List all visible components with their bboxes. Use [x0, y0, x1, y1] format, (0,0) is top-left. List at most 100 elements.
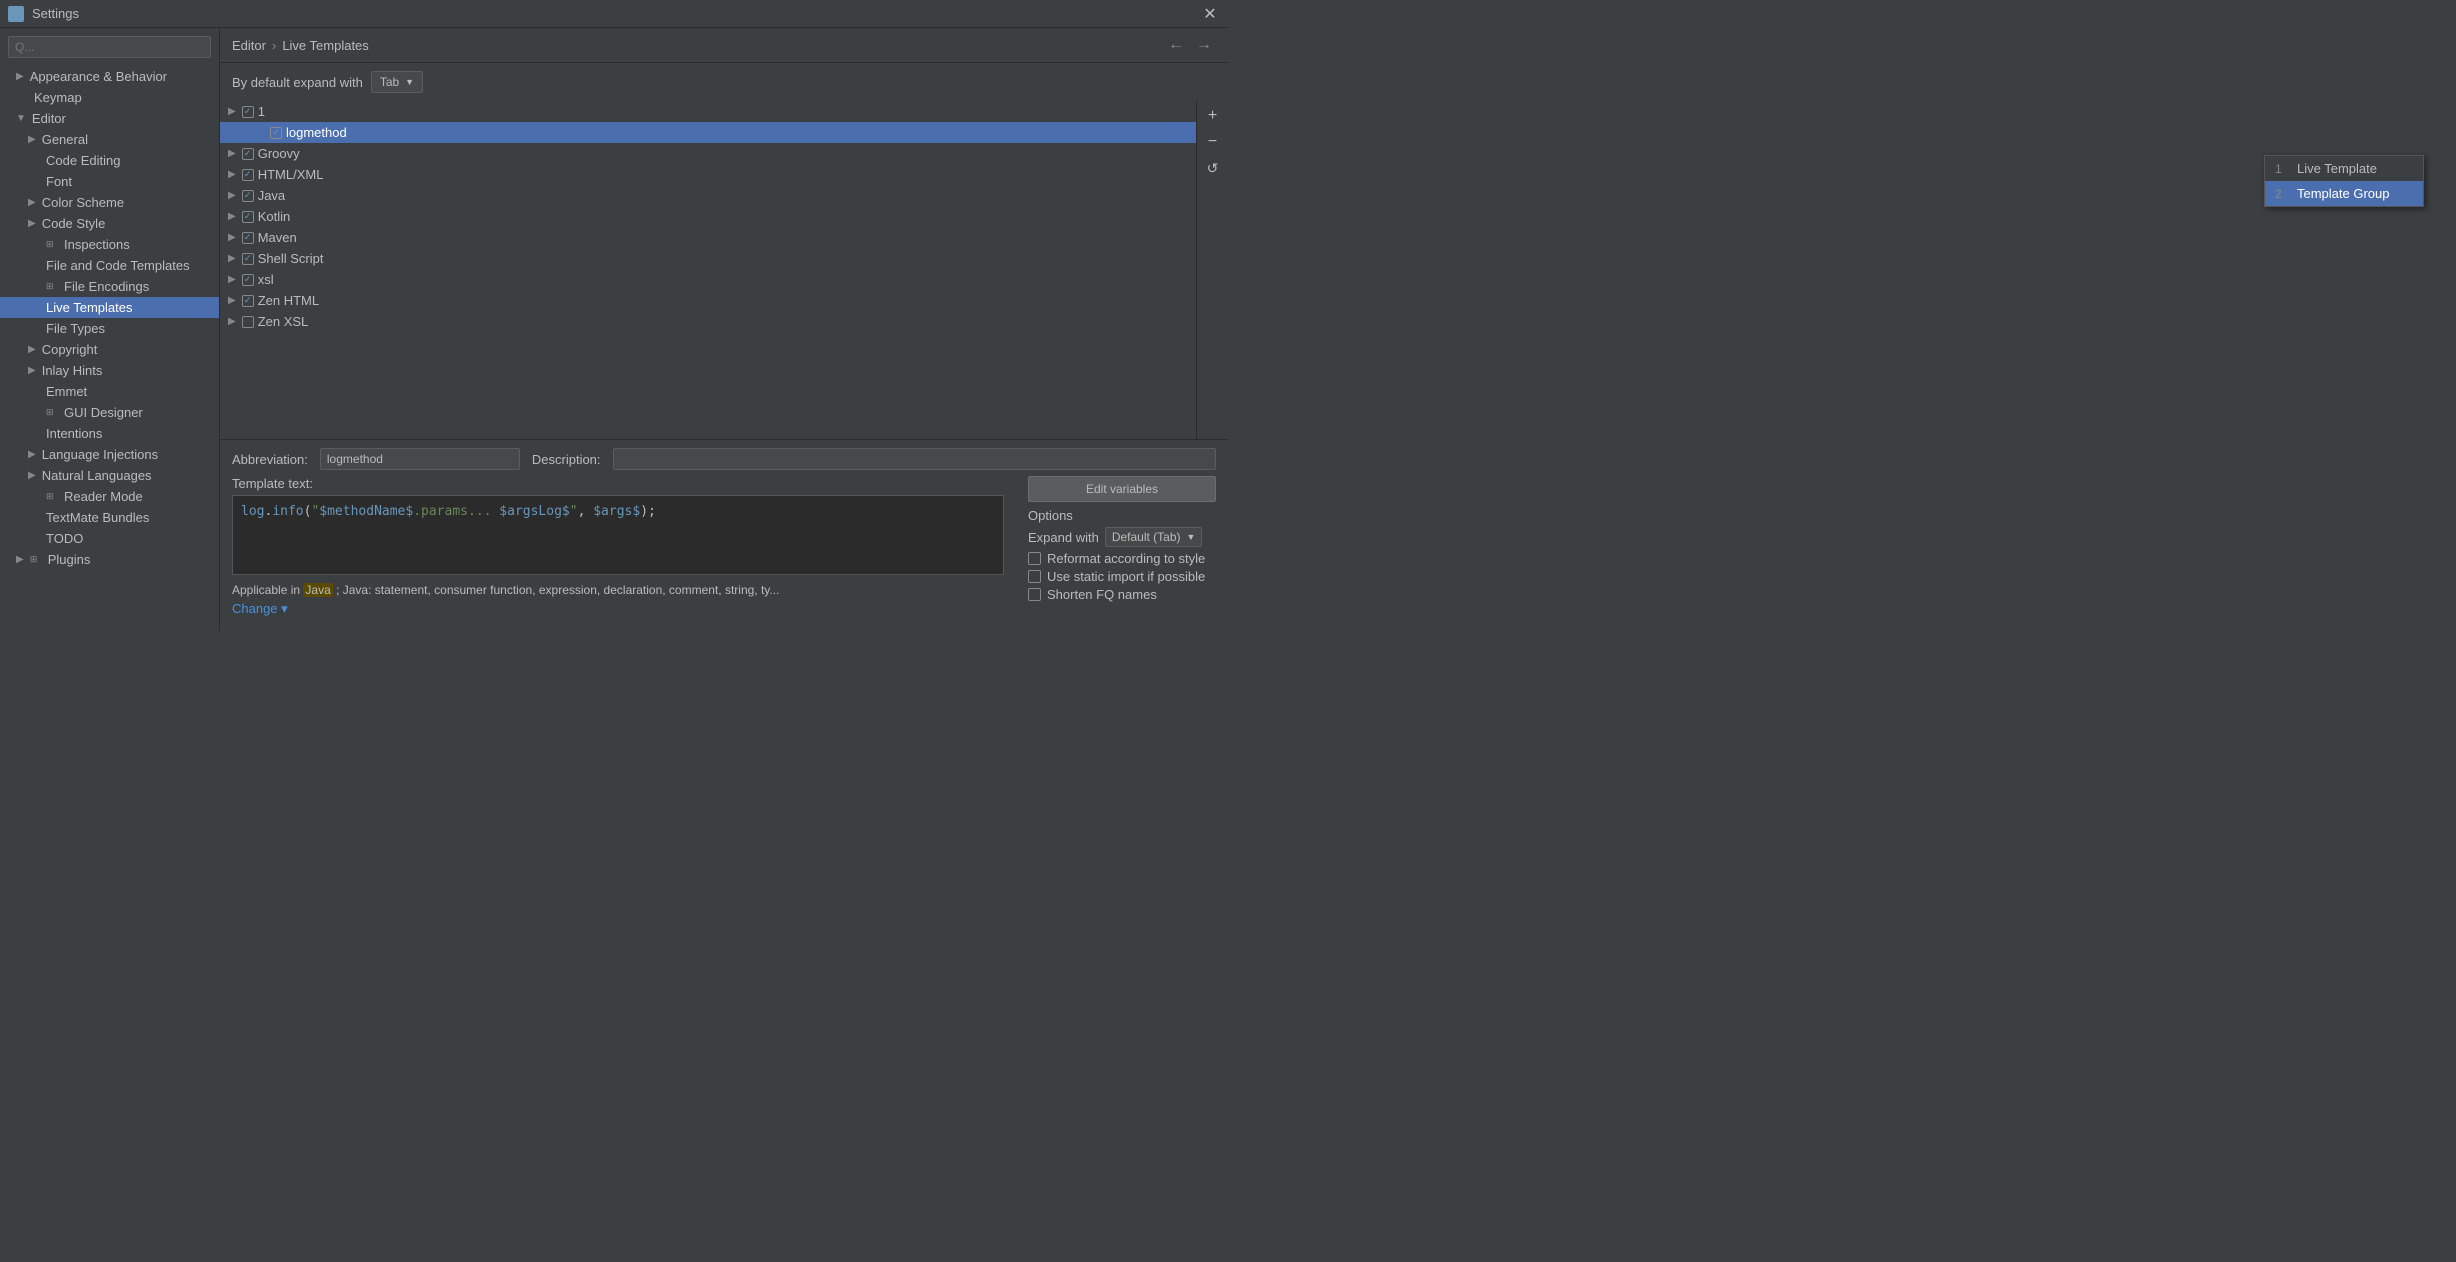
change-link[interactable]: Change ▾ — [232, 601, 288, 616]
search-input[interactable] — [8, 36, 211, 58]
sidebar-item-label: File and Code Templates — [46, 258, 190, 273]
tree-checkbox[interactable] — [242, 106, 254, 118]
description-label: Description: — [532, 452, 601, 467]
tree-item-label: Kotlin — [258, 209, 291, 224]
tree-checkbox[interactable] — [242, 253, 254, 265]
reformat-row: Reformat according to style — [1028, 551, 1216, 566]
tree-item-zen-html[interactable]: ▶Zen HTML — [220, 290, 1196, 311]
expand-with-label: Expand with — [1028, 530, 1099, 545]
tree-checkbox[interactable] — [242, 274, 254, 286]
tree-item-groovy[interactable]: ▶Groovy — [220, 143, 1196, 164]
tree-checkbox[interactable] — [270, 127, 282, 139]
reformat-checkbox[interactable] — [1028, 552, 1041, 565]
close-button[interactable]: ✕ — [1200, 4, 1220, 24]
add-button[interactable]: + — [1202, 105, 1224, 127]
applicable-row: Applicable in Java ; Java: statement, co… — [232, 583, 1004, 597]
chevron-icon: ▶ — [28, 134, 36, 145]
popup-item-template-group[interactable]: 2Template Group — [2265, 181, 2423, 206]
restore-button[interactable]: ↺ — [1202, 157, 1224, 179]
code-comma: , — [578, 504, 594, 519]
shorten-fq-label: Shorten FQ names — [1047, 587, 1157, 602]
code-semi: ); — [640, 504, 656, 519]
sidebar-item-live-templates[interactable]: Live Templates — [0, 297, 219, 318]
sidebar-item-file-types[interactable]: File Types — [0, 318, 219, 339]
tree-item-maven[interactable]: ▶ Maven — [220, 227, 1196, 248]
tree-item-xsl[interactable]: ▶xsl — [220, 269, 1196, 290]
popup-item-live-template[interactable]: 1Live Template — [2265, 156, 2423, 181]
tree-checkbox[interactable] — [242, 169, 254, 181]
tree-item-kotlin[interactable]: ▶Kotlin — [220, 206, 1196, 227]
tree-checkbox[interactable] — [242, 148, 254, 160]
tree-item-label: HTML/XML — [258, 167, 324, 182]
nav-forward-button[interactable]: → — [1192, 36, 1216, 54]
sidebar-item-gui-designer[interactable]: ⊞GUI Designer — [0, 402, 219, 423]
remove-button[interactable]: − — [1202, 131, 1224, 153]
code-method: info — [272, 504, 303, 519]
tree-checkbox[interactable] — [242, 232, 254, 244]
sidebar-item-general[interactable]: ▶General — [0, 129, 219, 150]
popup-label: Live Template — [2297, 161, 2377, 176]
nav-back-button[interactable]: ← — [1164, 36, 1188, 54]
tree-item-label: Shell Script — [258, 251, 324, 266]
sidebar-item-label: Plugins — [48, 552, 91, 567]
sidebar-item-plugins[interactable]: ▶⊞Plugins — [0, 549, 219, 570]
external-icon: ⊞ — [46, 281, 60, 292]
edit-variables-button[interactable]: Edit variables — [1028, 476, 1216, 502]
tree-checkbox[interactable] — [242, 295, 254, 307]
expand-dropdown[interactable]: Tab ▼ — [371, 71, 423, 93]
tree-chevron-icon: ▶ — [228, 190, 236, 201]
description-input[interactable] — [613, 448, 1216, 470]
sidebar-item-copyright[interactable]: ▶Copyright — [0, 339, 219, 360]
code-string3: " — [570, 504, 578, 519]
abbreviation-input[interactable] — [320, 448, 520, 470]
sidebar-item-inlay-hints[interactable]: ▶Inlay Hints — [0, 360, 219, 381]
sidebar-item-language-injections[interactable]: ▶Language Injections — [0, 444, 219, 465]
right-panel: Edit variables Options Expand with Defau… — [1016, 476, 1216, 617]
tree-chevron-icon: ▶ — [228, 232, 236, 243]
sidebar-item-font[interactable]: Font — [0, 171, 219, 192]
chevron-icon: ▶ — [28, 365, 36, 376]
sidebar-item-code-editing[interactable]: Code Editing — [0, 150, 219, 171]
code-editor[interactable]: log.info("$methodName$.params... $argsLo… — [232, 495, 1004, 575]
sidebar-item-color-scheme[interactable]: ▶Color Scheme — [0, 192, 219, 213]
tree-checkbox[interactable] — [242, 316, 254, 328]
popup-label: Template Group — [2297, 186, 2390, 201]
sidebar-item-appearance--behavior[interactable]: ▶Appearance & Behavior — [0, 66, 219, 87]
tree-item-logmethod[interactable]: logmethod — [220, 122, 1196, 143]
tree-chevron-icon: ▶ — [228, 274, 236, 285]
reformat-label: Reformat according to style — [1047, 551, 1205, 566]
tree-checkbox[interactable] — [242, 190, 254, 202]
tree-item-java[interactable]: ▶Java — [220, 185, 1196, 206]
sidebar-item-code-style[interactable]: ▶Code Style — [0, 213, 219, 234]
sidebar-item-intentions[interactable]: Intentions — [0, 423, 219, 444]
shorten-fq-checkbox[interactable] — [1028, 588, 1041, 601]
sidebar-item-label: Reader Mode — [64, 489, 143, 504]
expand-with-dropdown[interactable]: Default (Tab) ▼ — [1105, 527, 1203, 547]
sidebar-item-keymap[interactable]: Keymap — [0, 87, 219, 108]
sidebar-item-textmate-bundles[interactable]: TextMate Bundles — [0, 507, 219, 528]
sidebar-item-file-encodings[interactable]: ⊞ File Encodings — [0, 276, 219, 297]
sidebar-item-editor[interactable]: ▼Editor — [0, 108, 219, 129]
sidebar-item-label: Keymap — [34, 90, 82, 105]
tree-item-label: Zen HTML — [258, 293, 319, 308]
tree-item-1[interactable]: ▶1 — [220, 101, 1196, 122]
sidebar-item-emmet[interactable]: Emmet — [0, 381, 219, 402]
tree-item-zen-xsl[interactable]: ▶Zen XSL — [220, 311, 1196, 332]
sidebar-item-label: Language Injections — [42, 447, 158, 462]
sidebar-item-label: GUI Designer — [64, 405, 143, 420]
options-title: Options — [1028, 508, 1216, 523]
sidebar-item-natural-languages[interactable]: ▶Natural Languages — [0, 465, 219, 486]
tree-checkbox[interactable] — [242, 211, 254, 223]
sidebar-item-file-and-code-templates[interactable]: File and Code Templates — [0, 255, 219, 276]
sidebar-item-label: TODO — [46, 531, 83, 546]
sidebar-item-reader-mode[interactable]: ⊞Reader Mode — [0, 486, 219, 507]
static-import-checkbox[interactable] — [1028, 570, 1041, 583]
tree-item-label: Zen XSL — [258, 314, 309, 329]
tree-item-label: Maven — [258, 230, 297, 245]
tree-item-html/xml[interactable]: ▶HTML/XML — [220, 164, 1196, 185]
sidebar-item-label: File Encodings — [64, 279, 149, 294]
tree-item-shell-script[interactable]: ▶Shell Script — [220, 248, 1196, 269]
sidebar-item-inspections[interactable]: ⊞Inspections — [0, 234, 219, 255]
code-argslog: $argsLog$ — [499, 504, 569, 519]
sidebar-item-todo[interactable]: TODO — [0, 528, 219, 549]
